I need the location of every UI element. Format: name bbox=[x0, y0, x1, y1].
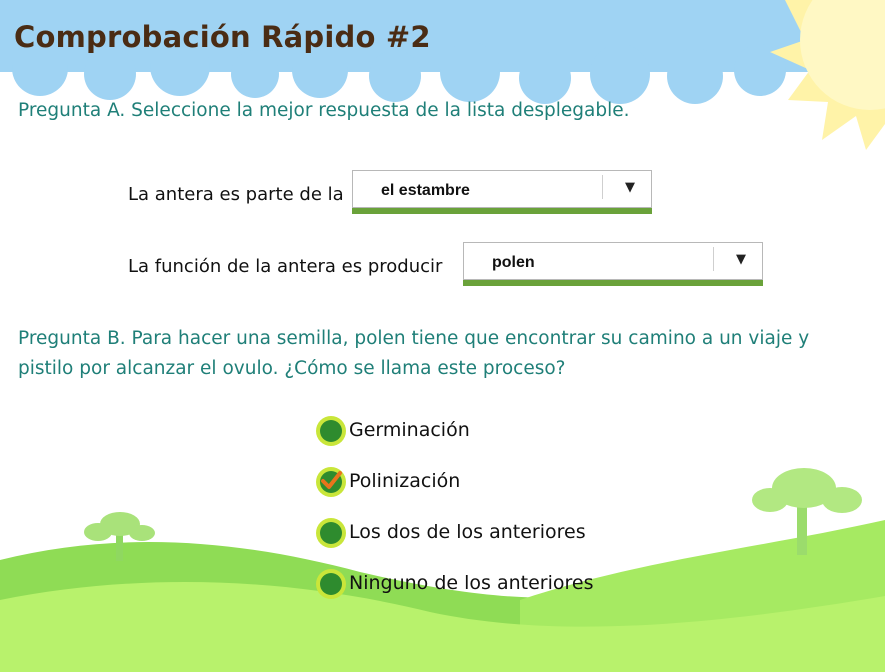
dropdown-separator bbox=[602, 175, 603, 199]
radio-icon bbox=[316, 569, 346, 599]
radio-icon bbox=[316, 518, 346, 548]
option-label: Ninguno de los anteriores bbox=[349, 572, 594, 594]
option-label: Polinización bbox=[349, 470, 461, 492]
dropdown-selected-value: el estambre bbox=[381, 182, 470, 199]
option-label: Germinación bbox=[349, 419, 470, 441]
radio-checked-icon bbox=[316, 467, 346, 497]
question-a-text: Pregunta A. Seleccione la mejor respuest… bbox=[18, 100, 630, 121]
question-b-text: Pregunta B. Para hacer una semilla, pole… bbox=[18, 328, 810, 379]
page-title: Comprobación Rápido #2 bbox=[14, 20, 431, 54]
radio-icon bbox=[316, 416, 346, 446]
option-label: Los dos de los anteriores bbox=[349, 521, 586, 543]
dropdown-arrow-icon: ▼ bbox=[736, 252, 746, 267]
dropdown-separator bbox=[713, 247, 714, 271]
anther-function-dropdown[interactable]: polen ▼ bbox=[463, 242, 763, 280]
dropdown-selected-value: polen bbox=[492, 254, 535, 271]
question-a-prompt-1: La antera es parte de la bbox=[128, 184, 344, 205]
dropdown-arrow-icon: ▼ bbox=[625, 180, 635, 195]
anther-part-dropdown[interactable]: el estambre ▼ bbox=[352, 170, 652, 208]
question-a-prompt-2: La función de la antera es producir bbox=[128, 256, 443, 277]
